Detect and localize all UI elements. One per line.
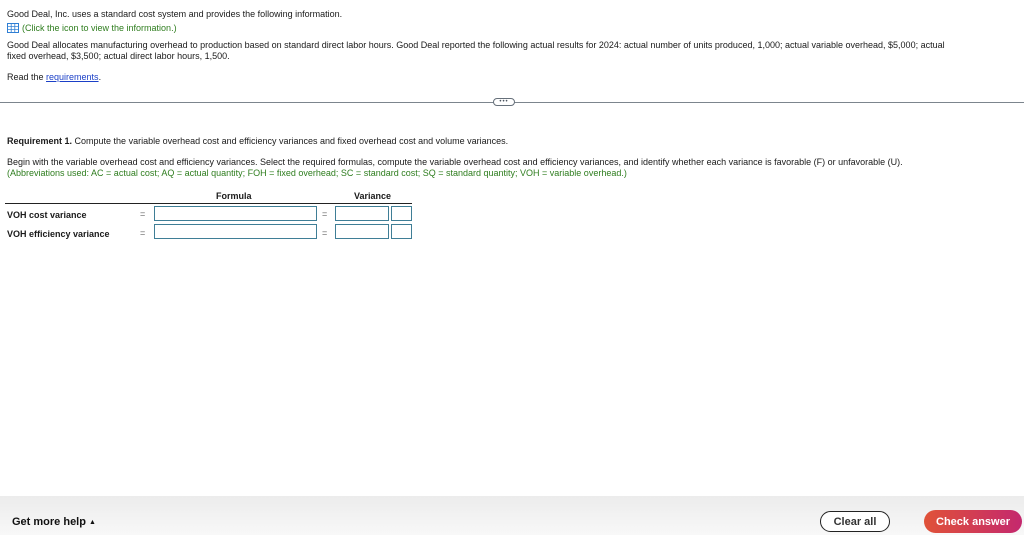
voh-cost-fu-select[interactable] (391, 206, 412, 221)
voh-cost-variance-input[interactable] (335, 206, 389, 221)
header-rule (5, 203, 412, 204)
check-answer-button[interactable]: Check answer (924, 510, 1022, 533)
expand-handle[interactable]: ••• (493, 98, 515, 106)
requirements-link[interactable]: requirements (46, 72, 99, 82)
equals-sign: = (140, 228, 146, 238)
view-information-text[interactable]: (Click the icon to view the information.… (22, 23, 177, 33)
caret-up-icon[interactable]: ▲ (89, 519, 96, 526)
voh-efficiency-fu-select[interactable] (391, 224, 412, 239)
voh-efficiency-formula-select[interactable] (154, 224, 317, 239)
row-label-voh-cost: VOH cost variance (7, 210, 87, 220)
view-information-link[interactable]: (Click the icon to view the information.… (7, 23, 177, 34)
equals-sign: = (322, 209, 328, 219)
instructions-text: Begin with the variable overhead cost an… (7, 157, 903, 167)
abbreviations-text: (Abbreviations used: AC = actual cost; A… (7, 168, 627, 178)
get-more-help-label[interactable]: Get more help (12, 516, 86, 528)
row-label-voh-efficiency: VOH efficiency variance (7, 229, 110, 239)
problem-text-line-2: fixed overhead, $3,500; actual direct la… (7, 51, 230, 61)
requirement-label: Requirement 1. (7, 136, 73, 146)
problem-text-line-1: Good Deal allocates manufacturing overhe… (7, 40, 945, 50)
formula-header: Formula (216, 191, 252, 201)
requirement-text: Compute the variable overhead cost and e… (72, 136, 509, 146)
get-more-help-button[interactable]: Get more help ▲ (12, 516, 96, 528)
intro-text: Good Deal, Inc. uses a standard cost sys… (7, 9, 343, 19)
equals-sign: = (140, 209, 146, 219)
read-prefix: Read the (7, 72, 47, 82)
table-icon[interactable] (7, 23, 19, 33)
requirement-heading: Requirement 1. Compute the variable over… (7, 136, 508, 147)
read-suffix: . (98, 72, 102, 82)
equals-sign: = (322, 228, 328, 238)
variance-header: Variance (354, 191, 392, 201)
voh-efficiency-variance-input[interactable] (335, 224, 389, 239)
clear-all-button[interactable]: Clear all (820, 511, 890, 532)
read-requirements: Read the requirements. (7, 72, 101, 83)
voh-cost-formula-select[interactable] (154, 206, 317, 221)
